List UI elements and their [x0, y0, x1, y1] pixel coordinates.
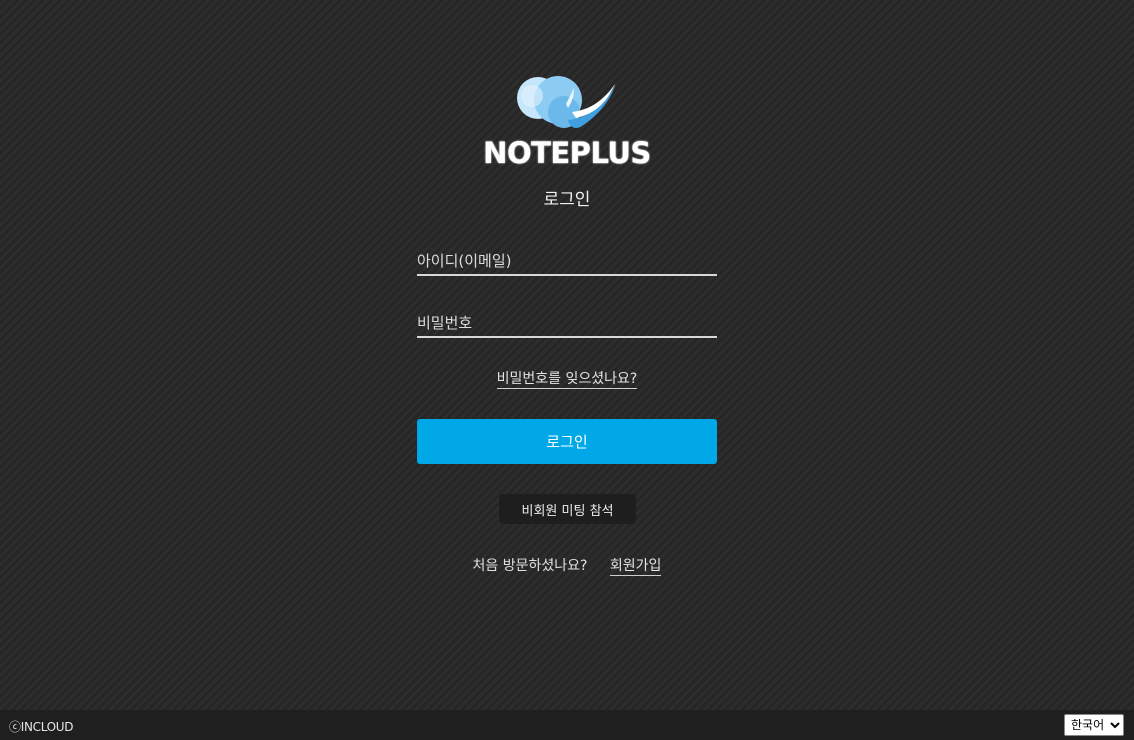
login-page: NOTEPLUS 로그인 비밀번호를 잊으셨나요? 로그인 비회원 미팅 참석 …	[0, 0, 1134, 710]
password-field[interactable]	[417, 310, 717, 336]
noteplus-cloud-logo-icon	[517, 76, 616, 128]
password-field-container	[417, 310, 717, 338]
footer: ⓒINCLOUD 한국어	[0, 710, 1134, 740]
login-button[interactable]: 로그인	[417, 419, 717, 464]
guest-meeting-button[interactable]: 비회원 미팅 참석	[499, 494, 636, 524]
copyright-text: ⓒINCLOUD	[9, 720, 74, 734]
signup-row: 처음 방문하셨나요? 회원가입	[0, 555, 1134, 576]
signup-prompt: 처음 방문하셨나요?	[472, 558, 588, 574]
email-field[interactable]	[417, 248, 717, 274]
forgot-password-link[interactable]: 비밀번호를 잊으셨나요?	[496, 371, 638, 389]
language-select[interactable]: 한국어	[1064, 714, 1124, 736]
page-title: 로그인	[543, 190, 591, 210]
brand-name: NOTEPLUS	[483, 136, 651, 170]
signup-link[interactable]: 회원가입	[609, 558, 662, 576]
forgot-password-row: 비밀번호를 잊으셨나요?	[0, 368, 1134, 389]
email-field-container	[417, 248, 717, 276]
